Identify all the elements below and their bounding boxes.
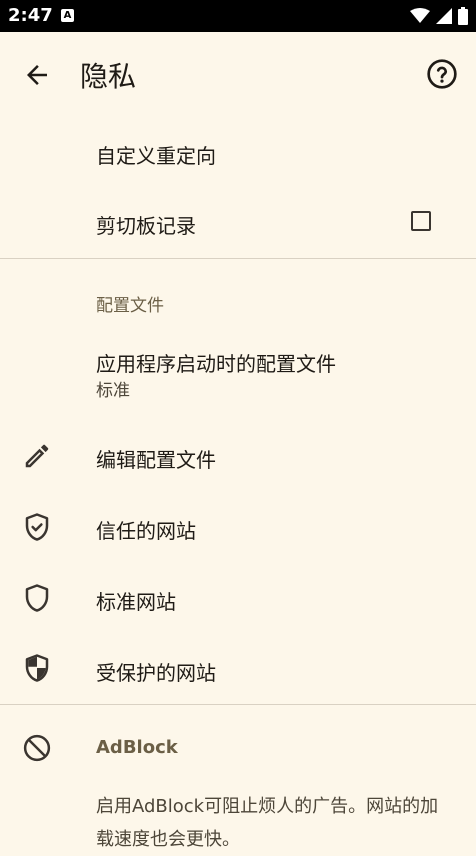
protected-sites-item[interactable]: 受保护的网站 <box>0 636 476 702</box>
divider <box>0 258 476 259</box>
edit-profile-label: 编辑配置文件 <box>96 448 216 472</box>
adblock-description: 启用AdBlock可阻止烦人的广告。网站的加载速度也会更快。 <box>96 796 439 850</box>
pencil-icon <box>25 444 49 468</box>
system-icons <box>410 6 468 26</box>
block-icon <box>23 734 51 762</box>
section-header-profiles: 配置文件 <box>96 296 164 316</box>
protected-sites-label: 受保护的网站 <box>96 661 216 685</box>
shield-half-icon <box>25 654 49 682</box>
edit-profile-item[interactable]: 编辑配置文件 <box>0 424 476 490</box>
page-title: 隐私 <box>80 60 137 93</box>
wifi-icon <box>410 8 430 23</box>
clipboard-history-item[interactable]: 剪切板记录 <box>0 188 476 256</box>
clipboard-history-checkbox[interactable] <box>411 211 431 231</box>
custom-redirect-label: 自定义重定向 <box>96 144 216 168</box>
signal-icon <box>436 8 452 24</box>
adblock-title: AdBlock <box>96 737 178 758</box>
shield-check-icon <box>25 513 49 541</box>
help-icon[interactable] <box>426 58 458 90</box>
custom-redirect-item[interactable]: 自定义重定向 <box>0 120 476 186</box>
back-arrow-icon[interactable] <box>22 60 52 90</box>
battery-icon <box>458 7 468 25</box>
divider <box>0 704 476 705</box>
status-time: 2:47 <box>8 5 53 26</box>
startup-profile-item[interactable]: 应用程序启动时的配置文件 标准 <box>0 338 476 410</box>
clipboard-history-label: 剪切板记录 <box>96 214 196 238</box>
app-bar: 隐私 <box>0 32 476 118</box>
standard-sites-label: 标准网站 <box>96 590 176 614</box>
status-bar: 2:47 A <box>0 0 476 32</box>
trusted-sites-item[interactable]: 信任的网站 <box>0 494 476 560</box>
trusted-sites-label: 信任的网站 <box>96 519 196 543</box>
startup-profile-value: 标准 <box>96 381 130 401</box>
shield-outline-icon <box>25 584 49 612</box>
standard-sites-item[interactable]: 标准网站 <box>0 566 476 632</box>
startup-profile-label: 应用程序启动时的配置文件 <box>96 352 336 376</box>
notification-icon: A <box>61 9 74 22</box>
